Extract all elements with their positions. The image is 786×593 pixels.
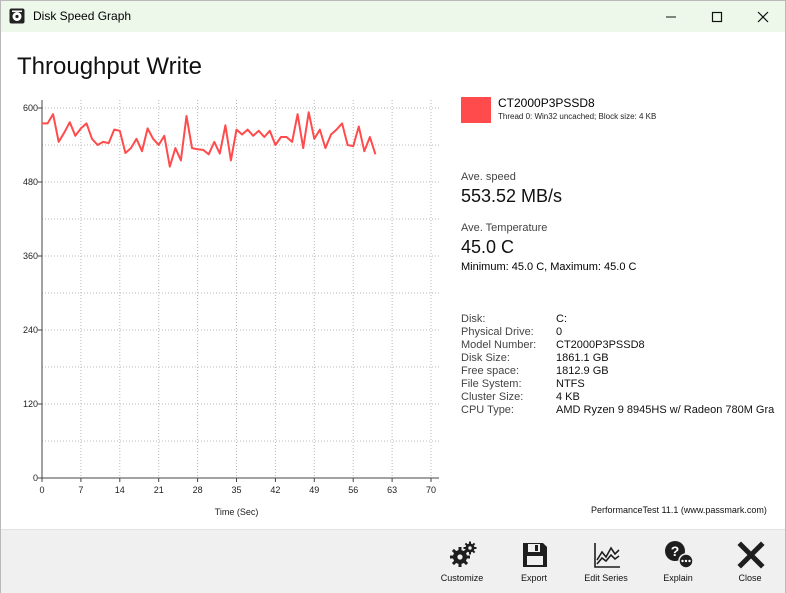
detail-label: Model Number: [461, 339, 537, 351]
detail-row: Physical Drive: 0 [461, 326, 786, 339]
close-x-icon [737, 541, 765, 569]
x-tick-label: 63 [387, 485, 397, 495]
minimize-button[interactable] [648, 1, 694, 32]
gears-icon [450, 541, 477, 567]
close-window-button[interactable] [740, 1, 786, 32]
detail-label: Physical Drive: [461, 326, 534, 338]
close-icon [757, 11, 769, 22]
x-tick-label: 49 [309, 485, 319, 495]
x-tick-label: 70 [426, 485, 436, 495]
title-bar: Disk Speed Graph [1, 1, 785, 32]
y-tick-label: 0 [33, 473, 38, 483]
detail-row: Disk: C: [461, 313, 786, 326]
x-tick-label: 42 [270, 485, 280, 495]
window-title: Disk Speed Graph [33, 9, 132, 23]
x-tick-label: 14 [115, 485, 125, 495]
line-chart-icon [594, 543, 620, 568]
detail-value: 1861.1 GB [556, 352, 609, 364]
detail-label: File System: [461, 378, 522, 390]
detail-row: Cluster Size: 4 KB [461, 391, 786, 404]
export-button[interactable]: Export [504, 530, 564, 593]
temperature-min-max: Minimum: 45.0 C, Maximum: 45.0 C [461, 261, 637, 273]
y-tick-label: 120 [23, 399, 38, 409]
throughput-chart: 0 120 240 360 480 600 0 7 14 21 28 35 42 49 56 63 70 Time… [23, 100, 439, 517]
detail-row: Disk Size: 1861.1 GB [461, 352, 786, 365]
legend-series-name: CT2000P3PSSD8 [498, 96, 595, 110]
detail-row: Model Number: CT2000P3PSSD8 [461, 339, 786, 352]
legend-swatch [461, 97, 491, 123]
x-tick-label: 56 [348, 485, 358, 495]
detail-row: File System: NTFS [461, 378, 786, 391]
detail-label: Disk Size: [461, 352, 510, 364]
performancetest-credit: PerformanceTest 11.1 (www.passmark.com) [591, 505, 767, 515]
customize-label: Customize [440, 573, 484, 583]
edit-series-label: Edit Series [584, 573, 628, 583]
close-button[interactable]: Close [720, 530, 780, 593]
minimize-icon [666, 16, 676, 17]
page-title: Throughput Write [17, 53, 202, 80]
ave-temperature-label: Ave. Temperature [461, 222, 548, 234]
detail-row: CPU Type: AMD Ryzen 9 8945HS w/ Radeon 78… [461, 404, 786, 417]
ave-temperature-value: 45.0 C [461, 237, 515, 257]
detail-value: C: [556, 313, 567, 325]
customize-button[interactable]: Customize [432, 530, 492, 593]
ave-speed-value: 553.52 MB/s [461, 186, 563, 206]
detail-row: Free space: 1812.9 GB [461, 365, 786, 378]
y-tick-label: 600 [23, 103, 38, 113]
detail-value: AMD Ryzen 9 8945HS w/ Radeon 780M Gra [556, 404, 775, 416]
y-tick-label: 360 [23, 251, 38, 261]
explain-label: Explain [663, 573, 693, 583]
detail-value: 1812.9 GB [556, 365, 609, 377]
detail-value: 4 KB [556, 391, 580, 403]
ave-speed-label: Ave. speed [461, 171, 516, 183]
x-tick-label: 28 [193, 485, 203, 495]
bottom-toolbar: Customize Export Edit Series ? Explain C… [1, 529, 785, 593]
y-tick-label: 240 [23, 325, 38, 335]
x-tick-label: 21 [154, 485, 164, 495]
detail-value: 0 [556, 326, 563, 338]
app-icon [9, 8, 25, 24]
detail-value: CT2000P3PSSD8 [556, 339, 645, 351]
help-bubble-icon: ? [665, 541, 694, 569]
legend-series-description: Thread 0: Win32 uncached; Block size: 4 … [498, 112, 657, 121]
detail-label: CPU Type: [461, 404, 514, 416]
x-tick-label: 7 [78, 485, 83, 495]
disk-details-table: Disk: C: Physical Drive: 0 Model Number: CT20… [461, 313, 786, 417]
edit-series-button[interactable]: Edit Series [576, 530, 636, 593]
detail-label: Free space: [461, 365, 520, 377]
svg-text:?: ? [671, 543, 680, 559]
export-label: Export [520, 573, 547, 583]
x-tick-label: 35 [231, 485, 241, 495]
maximize-icon [711, 11, 723, 22]
save-icon [523, 543, 547, 567]
maximize-button[interactable] [694, 1, 740, 32]
x-axis-label: Time (Sec) [215, 507, 259, 517]
y-tick-label: 480 [23, 177, 38, 187]
explain-button[interactable]: ? Explain [648, 530, 708, 593]
detail-value: NTFS [556, 378, 585, 390]
series-line [42, 111, 377, 168]
x-tick-label: 0 [39, 485, 44, 495]
detail-label: Disk: [461, 313, 486, 325]
detail-label: Cluster Size: [461, 391, 524, 403]
disk-speed-graph-window: Disk Speed Graph Throughput Write 0 120 24… [0, 0, 786, 593]
close-label: Close [738, 573, 762, 583]
